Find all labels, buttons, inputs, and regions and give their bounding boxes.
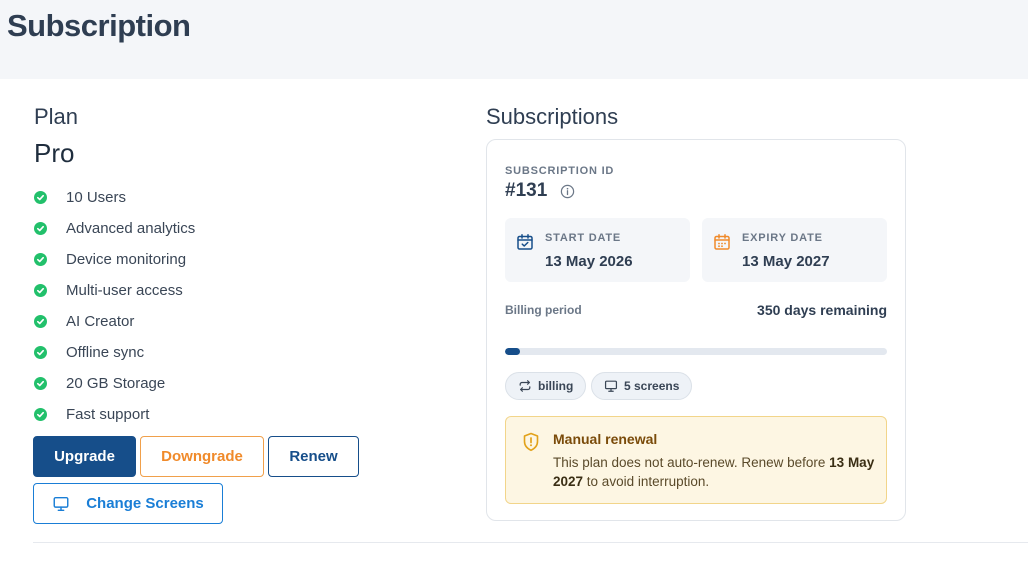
billing-progress-fill [505,348,521,355]
days-remaining: 350 days remaining [757,302,887,318]
expiry-date-value: 13 May 2027 [742,253,830,270]
check-circle-icon [34,222,47,235]
manual-renewal-notice: Manual renewal This plan does not auto-r… [505,416,887,504]
start-date-label: START DATE [545,232,622,244]
feature-list: 10 Users Advanced analytics Device monit… [34,182,195,430]
check-circle-icon [34,408,47,421]
notice-text-after: to avoid interruption. [583,474,710,489]
feature-label: Multi-user access [66,282,183,299]
feature-item: AI Creator [34,306,195,337]
feature-label: Advanced analytics [66,220,196,237]
calendar-check-icon [516,233,534,251]
feature-label: Fast support [66,406,150,423]
feature-item: Offline sync [34,337,195,368]
page-header: Subscription [0,0,1028,79]
plan-name: Pro [34,138,75,168]
repeat-icon [518,379,532,393]
screens-chip-label: 5 screens [624,379,680,393]
monitor-icon [52,495,70,513]
subscriptions-title: Subscriptions [486,104,619,129]
expiry-date-label: EXPIRY DATE [742,232,823,244]
notice-body: This plan does not auto-renew. Renew bef… [553,453,883,491]
feature-label: Device monitoring [66,251,187,268]
billing-chip[interactable]: billing [505,372,587,400]
subscription-id-label: SUBSCRIPTION ID [505,165,615,177]
plan-label: Plan [34,104,79,129]
monitor-icon [604,379,618,393]
notice-title: Manual renewal [553,431,658,447]
calendar-icon [713,233,731,251]
feature-label: 10 Users [66,189,127,206]
check-circle-icon [34,253,47,266]
upgrade-button[interactable]: Upgrade [33,436,136,477]
check-circle-icon [34,315,47,328]
feature-item: 10 Users [34,182,195,213]
subscription-id-value: #131 [505,180,548,201]
feature-item: Device monitoring [34,244,195,275]
change-screens-label: Change Screens [86,495,204,512]
billing-chip-label: billing [538,379,574,393]
subscription-card: SUBSCRIPTION ID #131 START DATE 13 May 2… [486,139,906,521]
feature-label: 20 GB Storage [66,375,166,392]
feature-item: Multi-user access [34,275,195,306]
downgrade-button[interactable]: Downgrade [140,436,264,477]
billing-period-label: Billing period [505,303,582,317]
expiry-date-box: EXPIRY DATE 13 May 2027 [702,218,887,282]
check-circle-icon [34,377,47,390]
start-date-box: START DATE 13 May 2026 [505,218,690,282]
renew-button[interactable]: Renew [268,436,359,477]
change-screens-button[interactable]: Change Screens [33,483,223,524]
check-circle-icon [34,346,47,359]
notice-text-before: This plan does not auto-renew. Renew bef… [553,455,830,470]
info-icon[interactable] [560,184,575,199]
check-circle-icon [34,191,47,204]
check-circle-icon [34,284,47,297]
bottom-divider [33,542,1028,543]
feature-item: 20 GB Storage [34,368,195,399]
feature-label: Offline sync [66,344,145,361]
feature-label: AI Creator [66,313,135,330]
shield-alert-icon [522,432,540,452]
billing-progress-bar [505,348,887,355]
feature-item: Fast support [34,399,195,430]
start-date-value: 13 May 2026 [545,253,633,270]
screens-chip[interactable]: 5 screens [591,372,693,400]
feature-item: Advanced analytics [34,213,195,244]
subscription-id-row: #131 [505,180,575,202]
page-title: Subscription [7,8,191,43]
